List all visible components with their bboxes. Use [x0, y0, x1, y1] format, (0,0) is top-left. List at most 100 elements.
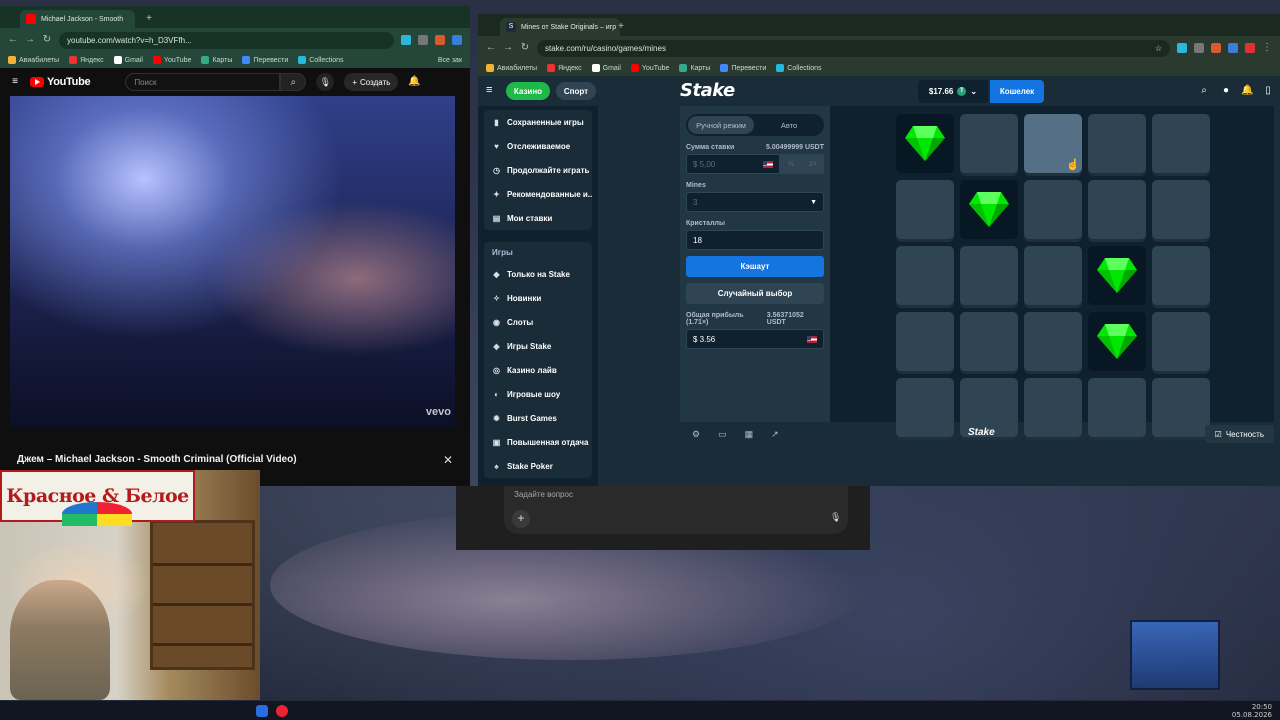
taskbar-app-icon[interactable] — [276, 705, 288, 717]
bookmark-item[interactable]: Яндекс — [69, 56, 104, 64]
bookmark-star-icon[interactable]: ☆ — [1155, 44, 1162, 53]
sidebar-item[interactable]: ◎ Казино лайв — [484, 358, 592, 382]
notifications-icon[interactable]: 🔔 — [408, 77, 420, 87]
random-pick-button[interactable]: Случайный выбор — [686, 283, 824, 304]
sidebar-item[interactable]: ♠ Stake Poker — [484, 454, 592, 478]
bookmark-item[interactable]: Авиабилеты — [8, 56, 59, 64]
sidebar-item[interactable]: ♥ Отслеживаемое — [484, 134, 592, 158]
double-bet-button[interactable]: 2× — [802, 154, 824, 174]
tab-stake[interactable]: S Mines от Stake Originals – игр — [500, 18, 620, 36]
stats-icon[interactable]: ▦ — [745, 429, 754, 440]
bookmark-item[interactable]: Перевести — [242, 56, 288, 64]
address-bar[interactable]: stake.com/ru/casino/games/mines ☆ — [537, 39, 1170, 57]
back-icon[interactable]: ← — [486, 43, 496, 53]
sidebar-item[interactable]: ◆ Только на Stake — [484, 262, 592, 286]
sidebar-item[interactable]: ✧ Новинки — [484, 286, 592, 310]
mines-select[interactable]: 3 ▼ — [686, 192, 824, 212]
sidebar-item[interactable]: ▮ Сохраненные игры — [484, 110, 592, 134]
user-icon[interactable]: ● — [1220, 85, 1232, 97]
mine-tile[interactable] — [1024, 246, 1082, 305]
mine-tile[interactable] — [1152, 246, 1210, 305]
fairness-button[interactable]: ☑ Честность — [1204, 425, 1274, 443]
tab-youtube[interactable]: Michael Jackson - Smooth — [20, 10, 135, 28]
extension-icon[interactable] — [401, 35, 411, 45]
search-icon[interactable]: ⌕ — [1198, 85, 1210, 97]
bookmark-item[interactable]: Перевести — [720, 64, 766, 72]
bookmark-item[interactable]: Карты — [679, 64, 710, 72]
new-tab-icon[interactable]: + — [616, 22, 626, 32]
mine-tile[interactable] — [960, 114, 1018, 173]
menu-icon[interactable]: ≡ — [10, 77, 20, 87]
mine-tile[interactable] — [960, 312, 1018, 371]
sidebar-item[interactable]: ◷ Продолжайте играть — [484, 158, 592, 182]
bookmark-item[interactable]: Gmail — [113, 56, 143, 64]
bookmark-item[interactable]: Все зак — [438, 57, 462, 64]
sidebar-item[interactable]: ✹ Burst Games — [484, 406, 592, 430]
auto-mode-tab[interactable]: Авто — [756, 116, 822, 134]
sidebar-item[interactable]: ▤ Мои ставки — [484, 206, 592, 230]
extension-icon[interactable] — [1228, 43, 1238, 53]
reload-icon[interactable]: ↻ — [520, 43, 530, 53]
sidebar-item[interactable]: ◈ Игры Stake — [484, 334, 592, 358]
wallet-button[interactable]: Кошелек — [990, 80, 1044, 103]
video-player[interactable]: vevo — [10, 96, 455, 428]
notifications-icon[interactable]: 🔔 — [1241, 85, 1253, 97]
mine-tile[interactable] — [1088, 114, 1146, 173]
search-input[interactable]: Поиск — [125, 73, 281, 91]
extension-icon[interactable] — [1194, 43, 1204, 53]
mine-tile[interactable] — [896, 180, 954, 239]
taskbar-app-icon[interactable] — [256, 705, 268, 717]
extension-icon[interactable] — [1245, 43, 1255, 53]
bookmark-item[interactable]: Collections — [776, 64, 822, 72]
theatre-mode-icon[interactable]: ▭ — [718, 429, 727, 440]
bookmark-item[interactable]: Gmail — [591, 64, 621, 72]
settings-icon[interactable]: ⚙ — [692, 429, 700, 440]
bet-amount-input[interactable]: $ 5,00 — [686, 154, 780, 174]
bookmark-item[interactable]: Авиабилеты — [486, 64, 537, 72]
mine-tile[interactable] — [1088, 180, 1146, 239]
new-tab-icon[interactable]: + — [144, 14, 154, 24]
microphone-icon[interactable]: 🎙 — [316, 73, 335, 91]
sidebar-item[interactable]: ◉ Слоты — [484, 310, 592, 334]
chat-panel-icon[interactable]: ▯ — [1262, 85, 1274, 97]
mine-tile[interactable] — [1152, 180, 1210, 239]
mine-tile[interactable] — [960, 246, 1018, 305]
forward-icon[interactable]: → — [25, 35, 35, 45]
half-bet-button[interactable]: ½ — [780, 154, 802, 174]
sidebar-item[interactable]: ▣ Повышенная отдача — [484, 430, 592, 454]
bookmark-item[interactable]: Карты — [201, 56, 232, 64]
create-button[interactable]: + Создать — [344, 73, 399, 91]
youtube-logo[interactable]: YouTube — [30, 76, 91, 88]
balance-selector[interactable]: $17.66 T ⌄ — [918, 80, 988, 103]
extension-icon[interactable] — [1211, 43, 1221, 53]
stake-logo[interactable]: Stake — [680, 80, 735, 101]
more-menu-icon[interactable]: ⋮ — [1262, 43, 1272, 53]
bookmark-item[interactable]: YouTube — [630, 64, 669, 72]
bookmark-item[interactable]: Яндекс — [547, 64, 582, 72]
search-icon[interactable]: ⌕ — [280, 73, 307, 91]
extension-icon[interactable] — [452, 35, 462, 45]
sidebar-item[interactable]: ◐ Игровые шоу — [484, 382, 592, 406]
bookmark-item[interactable]: Collections — [298, 56, 344, 64]
mine-tile[interactable] — [1152, 114, 1210, 173]
microphone-icon[interactable]: 🎙 — [830, 512, 841, 524]
extension-icon[interactable] — [418, 35, 428, 45]
extension-icon[interactable] — [1177, 43, 1187, 53]
casino-tab[interactable]: Казино — [506, 82, 550, 100]
mine-tile[interactable] — [896, 246, 954, 305]
manual-mode-tab[interactable]: Ручной режим — [688, 116, 754, 134]
sport-tab[interactable]: Спорт — [556, 82, 596, 100]
address-bar[interactable]: youtube.com/watch?v=h_D3VFfh... — [59, 31, 394, 49]
add-attachment-icon[interactable]: + — [512, 510, 530, 528]
forward-icon[interactable]: → — [503, 43, 513, 53]
hamburger-menu-icon[interactable]: ≡ — [486, 85, 496, 96]
mine-tile[interactable] — [1024, 312, 1082, 371]
close-icon[interactable]: ✕ — [443, 453, 453, 467]
reload-icon[interactable]: ↻ — [42, 35, 52, 45]
mine-tile[interactable] — [1024, 180, 1082, 239]
cashout-button[interactable]: Кэшаут — [686, 256, 824, 277]
extension-icon[interactable] — [435, 35, 445, 45]
bookmark-item[interactable]: YouTube — [152, 56, 191, 64]
sidebar-item[interactable]: ✦ Рекомендованные и... — [484, 182, 592, 206]
mine-tile[interactable] — [896, 312, 954, 371]
